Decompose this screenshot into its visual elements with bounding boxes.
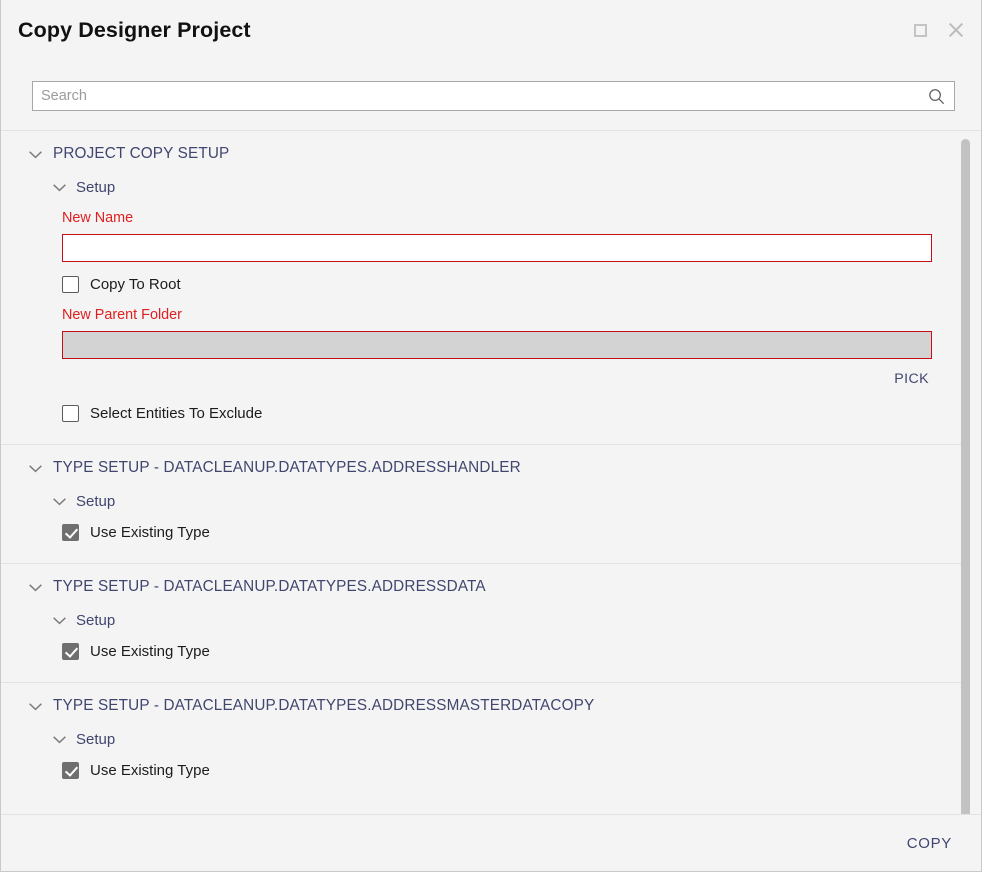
chevron-down-icon [53, 617, 66, 625]
subsection-header-setup[interactable]: Setup [1, 608, 963, 635]
checkbox-icon-checked[interactable] [62, 643, 79, 660]
chevron-down-icon [29, 464, 42, 472]
chevron-down-icon [53, 736, 66, 744]
field-new-parent-folder: New Parent Folder [1, 293, 963, 359]
checkbox-icon-checked[interactable] [62, 762, 79, 779]
section-title: TYPE SETUP - DATACLEANUP.DATATYPES.ADDRE… [53, 697, 595, 714]
new-name-input[interactable] [62, 234, 932, 262]
section-title: TYPE SETUP - DATACLEANUP.DATATYPES.ADDRE… [53, 578, 486, 595]
section-header-project-copy-setup[interactable]: PROJECT COPY SETUP [1, 131, 963, 175]
section-type-setup-addresshandler: TYPE SETUP - DATACLEANUP.DATATYPES.ADDRE… [1, 444, 963, 563]
checkbox-select-entities-to-exclude[interactable]: Select Entities To Exclude [1, 389, 963, 422]
subsection-title: Setup [76, 731, 116, 748]
copy-button[interactable]: COPY [904, 833, 955, 854]
new-parent-folder-input[interactable] [62, 331, 932, 359]
chevron-down-icon [29, 702, 42, 710]
section-header-type-setup-addresshandler[interactable]: TYPE SETUP - DATACLEANUP.DATATYPES.ADDRE… [1, 445, 963, 489]
chevron-down-icon [29, 150, 42, 158]
checkbox-label: Select Entities To Exclude [90, 405, 263, 422]
section-type-setup-addressdata: TYPE SETUP - DATACLEANUP.DATATYPES.ADDRE… [1, 563, 963, 682]
chevron-down-icon [53, 184, 66, 192]
settings-scroll-area: PROJECT COPY SETUP Setup New Name Copy T… [1, 130, 981, 814]
new-name-label: New Name [62, 210, 134, 226]
dialog-footer: COPY [1, 814, 981, 871]
dialog-titlebar: Copy Designer Project [1, 0, 981, 62]
subsection-title: Setup [76, 612, 116, 629]
section-header-type-setup-addressdata[interactable]: TYPE SETUP - DATACLEANUP.DATATYPES.ADDRE… [1, 564, 963, 608]
scrollbar-thumb[interactable] [961, 139, 970, 814]
section-title: PROJECT COPY SETUP [53, 145, 230, 162]
page-title: Copy Designer Project [18, 18, 251, 42]
section-project-copy-setup: PROJECT COPY SETUP Setup New Name Copy T… [1, 131, 963, 444]
search-row [1, 62, 981, 130]
settings-content: PROJECT COPY SETUP Setup New Name Copy T… [1, 131, 981, 814]
chevron-down-icon [29, 583, 42, 591]
subsection-header-setup[interactable]: Setup [1, 727, 963, 754]
copy-designer-project-dialog: Copy Designer Project Search PROJECT COP… [0, 0, 982, 872]
maximize-square-icon [913, 23, 927, 37]
subsection-title: Setup [76, 493, 116, 510]
section-type-setup-addressmasterdatacopy: TYPE SETUP - DATACLEANUP.DATATYPES.ADDRE… [1, 682, 963, 793]
subsection-title: Setup [76, 179, 116, 196]
window-controls [909, 19, 967, 41]
checkbox-copy-to-root[interactable]: Copy To Root [1, 262, 963, 293]
section-header-type-setup-addressmasterdatacopy[interactable]: TYPE SETUP - DATACLEANUP.DATATYPES.ADDRE… [1, 683, 963, 727]
checkbox-use-existing-type[interactable]: Use Existing Type [1, 635, 963, 660]
vertical-scrollbar[interactable] [961, 131, 970, 814]
maximize-button[interactable] [909, 19, 931, 41]
checkbox-label: Use Existing Type [90, 643, 210, 660]
search-box[interactable] [32, 81, 955, 111]
checkbox-use-existing-type[interactable]: Use Existing Type [1, 516, 963, 541]
pick-button[interactable]: PICK [891, 369, 932, 389]
checkbox-label: Use Existing Type [90, 762, 210, 779]
checkbox-label: Copy To Root [90, 276, 181, 293]
checkbox-label: Use Existing Type [90, 524, 210, 541]
subsection-header-setup[interactable]: Setup [1, 175, 963, 202]
close-button[interactable] [945, 19, 967, 41]
checkbox-icon-checked[interactable] [62, 524, 79, 541]
section-title: TYPE SETUP - DATACLEANUP.DATATYPES.ADDRE… [53, 459, 521, 476]
checkbox-icon-unchecked[interactable] [62, 276, 79, 293]
field-new-name: New Name [1, 202, 963, 262]
close-x-icon [947, 21, 965, 39]
subsection-header-setup[interactable]: Setup [1, 489, 963, 516]
chevron-down-icon [53, 498, 66, 506]
checkbox-use-existing-type[interactable]: Use Existing Type [1, 754, 963, 779]
new-parent-folder-label: New Parent Folder [62, 307, 182, 323]
search-input[interactable] [33, 82, 954, 110]
pick-row: PICK [1, 359, 963, 389]
checkbox-icon-unchecked[interactable] [62, 405, 79, 422]
